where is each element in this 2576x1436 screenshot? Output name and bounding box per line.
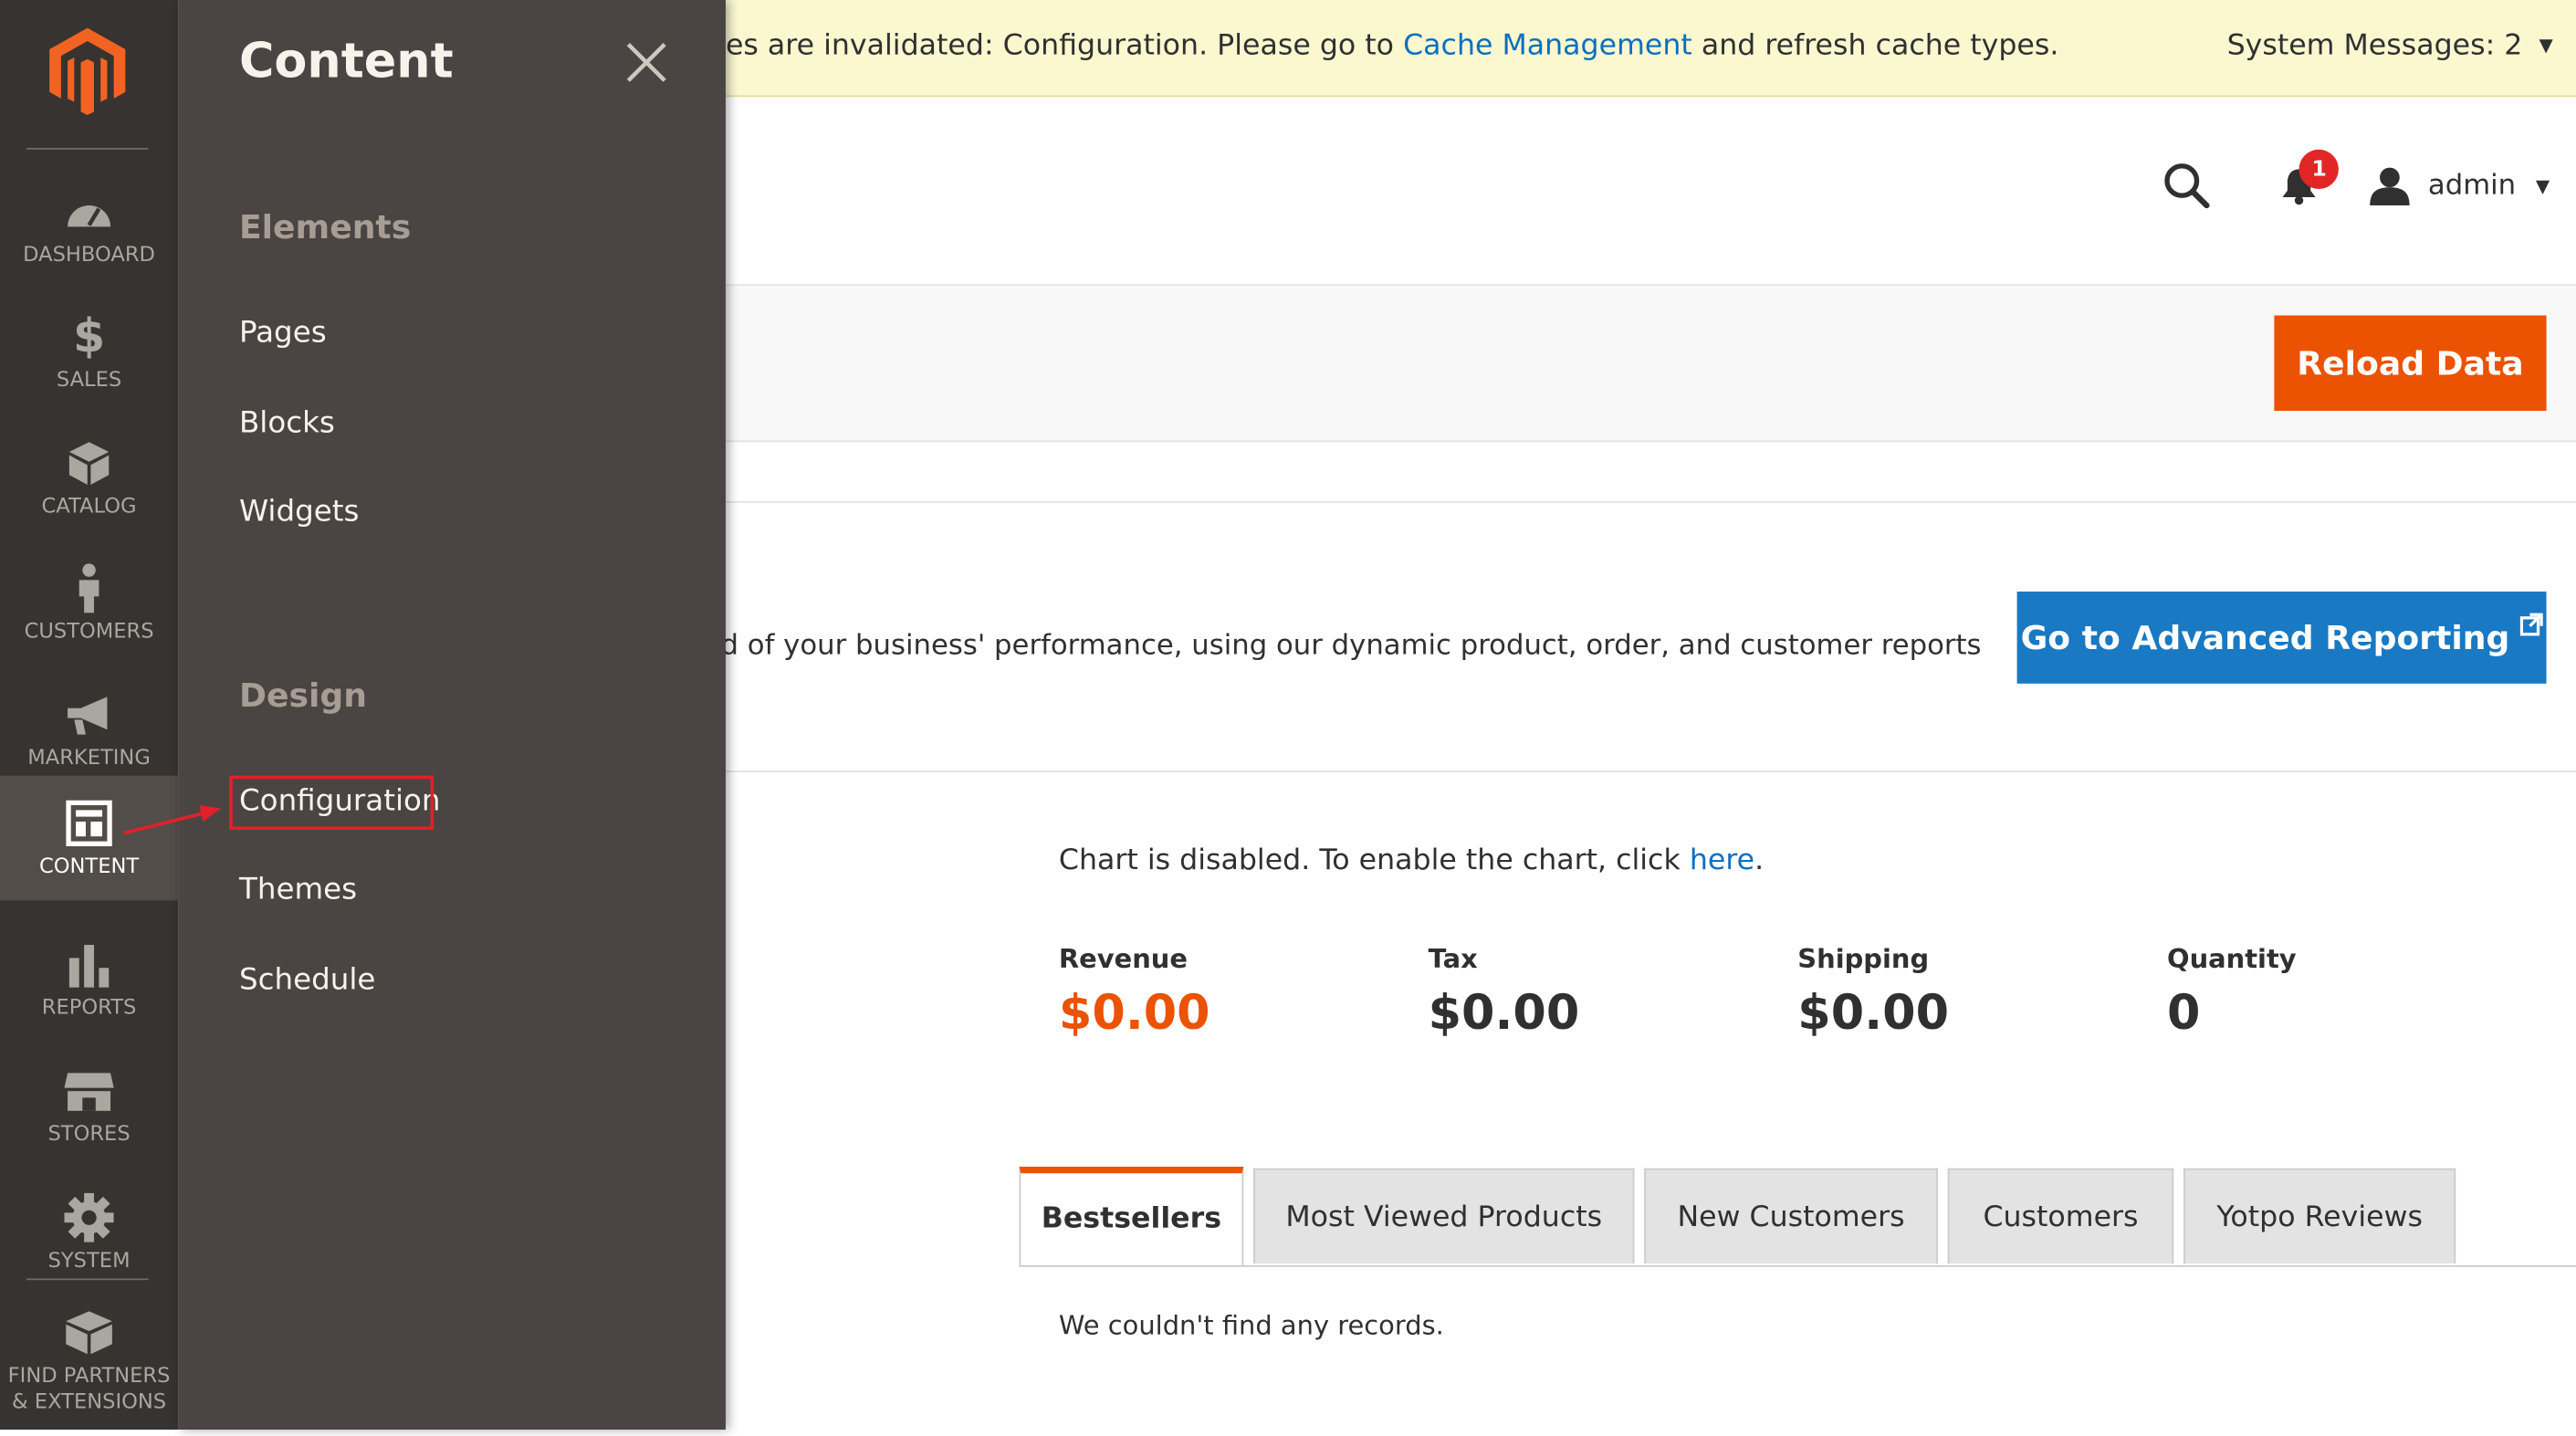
menu-item-dashboard[interactable]: DASHBOARD <box>0 164 178 289</box>
menu-item-content[interactable]: CONTENT <box>0 775 179 901</box>
reload-data-button[interactable]: Reload Data <box>2274 315 2547 411</box>
tab-new-customers[interactable]: New Customers <box>1644 1168 1938 1264</box>
external-link-icon <box>2519 613 2543 642</box>
system-messages-count: System Messages: 2 <box>2226 29 2523 63</box>
close-icon <box>626 43 666 82</box>
search-icon <box>2164 163 2210 209</box>
header-actions: 1 admin ▼ <box>2154 148 2556 224</box>
advanced-reporting-description: d of your business' performance, using o… <box>720 629 1982 663</box>
configuration-highlight-box <box>229 775 435 830</box>
user-name: admin <box>2427 169 2517 203</box>
notification-count-badge: 1 <box>2299 149 2340 189</box>
menu-item-sales[interactable]: $ SALES <box>0 289 178 414</box>
magento-logo-icon <box>49 27 126 115</box>
person-icon <box>76 562 102 613</box>
chevron-down-icon: ▼ <box>2535 174 2550 197</box>
submenu-group-elements: Elements <box>238 206 412 246</box>
menu-item-find-partners[interactable]: FIND PARTNERS & EXTENSIONS <box>0 1285 178 1436</box>
cache-management-link[interactable]: Cache Management <box>1403 29 1692 62</box>
divider <box>725 501 2576 503</box>
layout-icon <box>66 798 112 847</box>
chevron-down-icon: ▼ <box>2539 34 2553 57</box>
content-submenu: Content Elements Pages Blocks Widgets De… <box>178 0 726 1430</box>
submenu-title: Content <box>238 33 454 89</box>
menu-item-catalog[interactable]: CATALOG <box>0 415 178 540</box>
advanced-reporting-button[interactable]: Go to Advanced Reporting <box>2016 592 2547 684</box>
storefront-icon <box>63 1065 116 1115</box>
chart-disabled-message: Chart is disabled. To enable the chart, … <box>1058 844 1764 878</box>
magento-logo[interactable] <box>47 26 129 115</box>
dollar-icon: $ <box>72 308 106 362</box>
submenu-link-pages[interactable]: Pages <box>239 316 327 351</box>
notifications-button[interactable]: 1 <box>2267 149 2340 218</box>
submenu-group-design: Design <box>238 675 367 715</box>
enable-chart-link[interactable]: here <box>1690 844 1754 877</box>
divider <box>725 770 2576 772</box>
menu-separator <box>26 148 149 150</box>
tab-most-viewed-products[interactable]: Most Viewed Products <box>1253 1168 1635 1264</box>
menu-item-stores[interactable]: STORES <box>0 1043 178 1169</box>
dashboard-totals: Revenue $0.00 Tax $0.00 Shipping $0.00 Q… <box>1059 943 2537 1040</box>
system-message-bar: es are invalidated: Configuration. Pleas… <box>725 0 2576 98</box>
submenu-link-widgets[interactable]: Widgets <box>239 495 359 529</box>
total-tax: Tax $0.00 <box>1428 943 1580 1041</box>
menu-item-system[interactable]: SYSTEM <box>0 1170 178 1295</box>
submenu-link-themes[interactable]: Themes <box>239 873 357 907</box>
cube-icon <box>68 438 110 487</box>
system-messages-toggle[interactable]: System Messages: 2 ▼ <box>2227 0 2553 95</box>
box-icon <box>64 1307 113 1357</box>
user-icon <box>2370 167 2411 205</box>
system-message-text: es are invalidated: Configuration. Pleas… <box>725 29 2059 63</box>
menu-item-customers[interactable]: CUSTOMERS <box>0 540 178 666</box>
submenu-link-schedule[interactable]: Schedule <box>239 963 375 998</box>
menu-item-marketing[interactable]: MARKETING <box>0 667 178 792</box>
menu-separator <box>26 1278 149 1281</box>
close-submenu-button[interactable] <box>620 37 673 89</box>
user-menu[interactable]: admin ▼ <box>2369 166 2557 205</box>
advanced-reporting-label: Go to Advanced Reporting <box>2020 617 2510 657</box>
tab-bestsellers[interactable]: Bestsellers <box>1019 1167 1244 1265</box>
gear-icon <box>64 1191 114 1242</box>
total-shipping: Shipping $0.00 <box>1797 943 1950 1041</box>
submenu-link-blocks[interactable]: Blocks <box>239 406 335 441</box>
page-actions-bar: Reload Data <box>725 286 2576 443</box>
megaphone-icon <box>64 689 113 739</box>
admin-menu: DASHBOARD $ SALES CATALOG CUSTOMERS MARK… <box>0 0 179 1430</box>
speedometer-icon <box>64 186 113 236</box>
empty-records-message: We couldn't find any records. <box>1058 1309 1444 1341</box>
search-button[interactable] <box>2154 152 2220 218</box>
total-revenue: Revenue $0.00 <box>1058 943 1210 1041</box>
dashboard-tabs: Bestsellers Most Viewed Products New Cus… <box>1019 1167 2576 1267</box>
total-quantity: Quantity 0 <box>2167 943 2297 1041</box>
bar-chart-icon <box>66 939 112 989</box>
tab-yotpo-reviews[interactable]: Yotpo Reviews <box>2183 1168 2456 1264</box>
menu-item-reports[interactable]: REPORTS <box>0 917 178 1042</box>
tab-customers[interactable]: Customers <box>1947 1168 2174 1264</box>
